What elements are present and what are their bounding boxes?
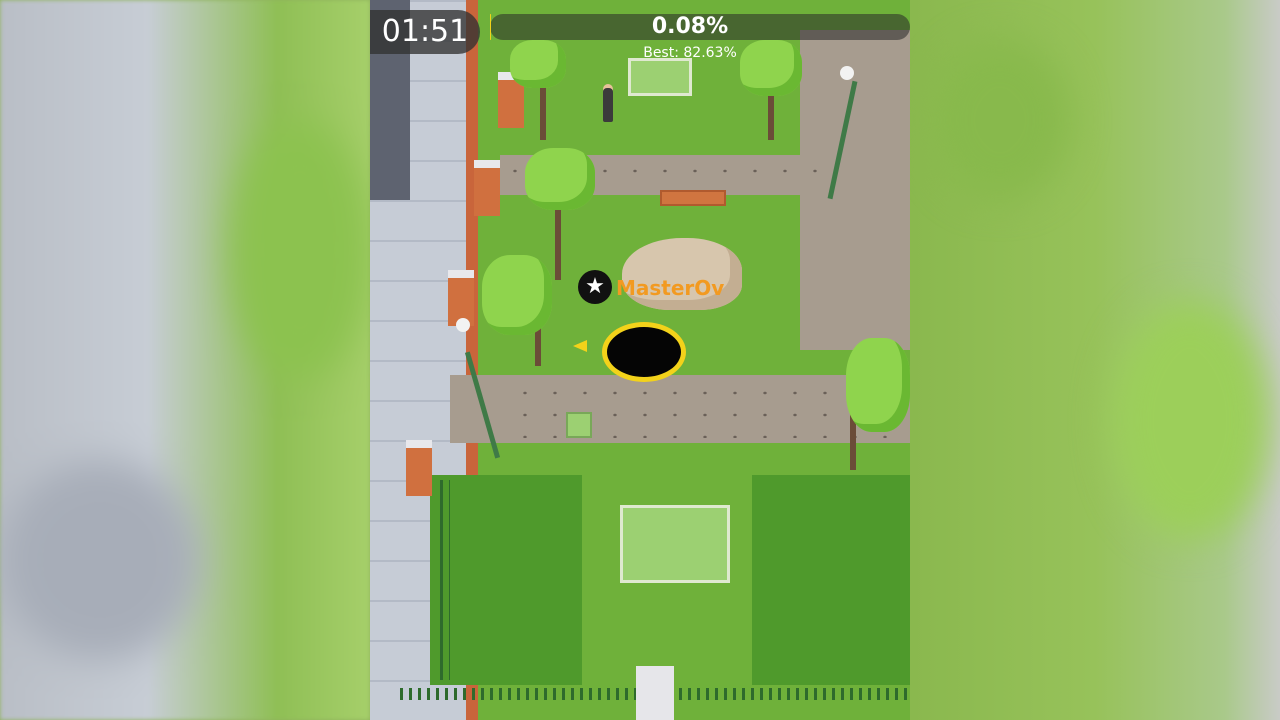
- player-name-label: MasterOv: [616, 276, 725, 300]
- tree: [482, 255, 552, 335]
- tree: [510, 40, 566, 88]
- countdown-timer: 01:51: [370, 10, 480, 54]
- blurred-background-left: [0, 0, 370, 720]
- tree: [525, 148, 595, 210]
- tree: [846, 338, 910, 432]
- game-viewport[interactable]: ★ MasterOv 01:51 0.08% Best: 82.63%: [370, 0, 910, 720]
- star-icon: ★: [578, 270, 612, 304]
- park-bench: [660, 190, 726, 206]
- direction-arrow-icon: [573, 340, 587, 352]
- player-black-hole[interactable]: [602, 322, 686, 382]
- lawn-patch-right: [752, 475, 910, 685]
- park-gate: [636, 666, 674, 720]
- blurred-background-right: [910, 0, 1280, 720]
- fence-left: [440, 480, 450, 680]
- lamp-head: [456, 318, 470, 332]
- ping-pong-table: [620, 505, 730, 583]
- path-right: [800, 30, 910, 350]
- pedestrian: [603, 88, 613, 122]
- wall-pillar: [474, 160, 500, 216]
- wall-pillar: [406, 440, 432, 496]
- best-score: Best: 82.63%: [643, 45, 737, 61]
- picnic-table: [628, 58, 692, 96]
- lamp-head: [840, 66, 854, 80]
- lawn-patch-left: [430, 475, 582, 685]
- trash-bin: [566, 412, 592, 438]
- progress-percent: 0.08%: [651, 14, 729, 39]
